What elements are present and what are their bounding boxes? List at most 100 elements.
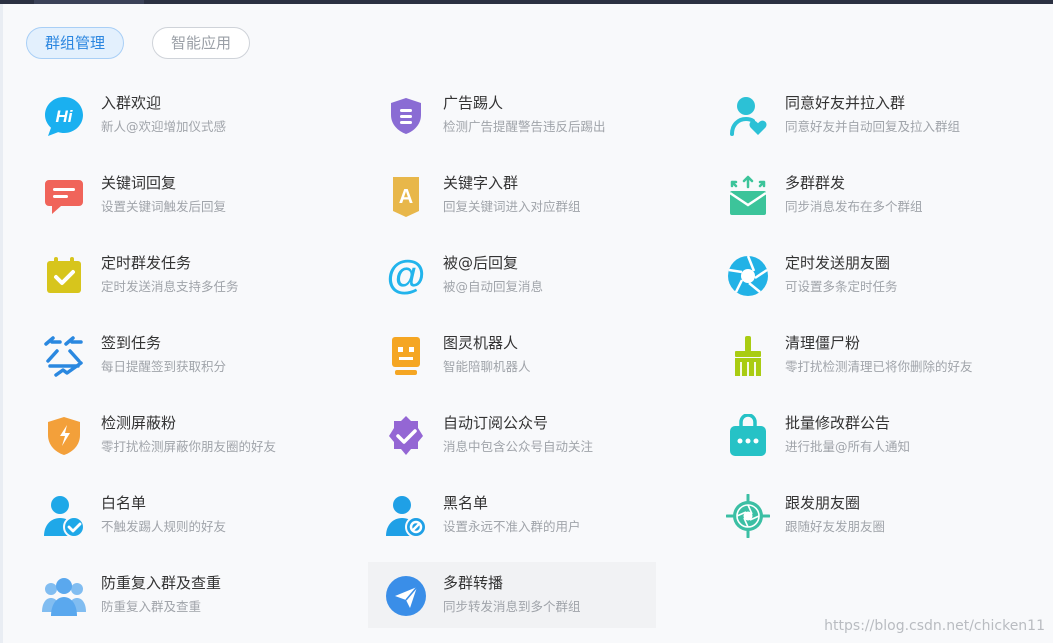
feature-title: 关键字入群 bbox=[443, 174, 519, 192]
feature-text: 白名单不触发踢人规则的好友 bbox=[101, 494, 314, 548]
feature-item[interactable]: Hi 入群欢迎新人@欢迎增加仪式感 bbox=[26, 82, 314, 148]
mail-broadcast-icon bbox=[726, 174, 770, 218]
feature-title: 防重复入群及查重 bbox=[101, 574, 222, 592]
feature-title: 白名单 bbox=[101, 494, 147, 512]
feature-item[interactable]: @ 被@后回复被@自动回复消息 bbox=[368, 242, 656, 308]
feature-item[interactable]: 定时发送朋友圈 可设置多条定时任务 bbox=[710, 242, 998, 308]
feature-item[interactable]: 定时群发任务定时发送消息支持多任务 bbox=[26, 242, 314, 308]
shield-icon bbox=[384, 94, 428, 138]
feature-text: 关键词回复设置关键词触发后回复 bbox=[101, 174, 314, 228]
chat-reply-icon bbox=[42, 174, 86, 218]
feature-desc: 零打扰检测屏蔽你朋友圈的好友 bbox=[101, 439, 277, 454]
user-block-icon bbox=[384, 494, 428, 538]
feature-item[interactable]: 清理僵尸粉零打扰检测清理已将你删除的好友 bbox=[710, 322, 998, 388]
feature-text: 多群群发 同步消息发布在多个群组 bbox=[785, 174, 998, 228]
feature-text: 广告踢人检测广告提醒警告违反后踢出 bbox=[443, 94, 656, 148]
feature-item[interactable]: 同意好友并拉入群同意好友并自动回复及拉入群组 bbox=[710, 82, 998, 148]
feature-text: 签到任务每日提醒签到获取积分 bbox=[101, 334, 314, 388]
feature-desc: 定时发送消息支持多任务 bbox=[101, 279, 239, 294]
tab-group-management[interactable]: 群组管理 bbox=[26, 27, 125, 59]
svg-text:A: A bbox=[399, 186, 413, 208]
feature-desc: 同意好友并自动回复及拉入群组 bbox=[785, 119, 961, 134]
at-sign-icon: @ bbox=[384, 254, 428, 298]
feature-title: 图灵机器人 bbox=[443, 334, 519, 352]
feature-item[interactable]: 图灵机器人智能陪聊机器人 bbox=[368, 322, 656, 388]
feature-text: 自动订阅公众号消息中包含公众号自动关注 bbox=[443, 414, 656, 468]
feature-text: 定时发送朋友圈 可设置多条定时任务 bbox=[785, 254, 998, 308]
feature-item[interactable]: 白名单不触发踢人规则的好友 bbox=[26, 482, 314, 548]
feature-desc: 检测广告提醒警告违反后踢出 bbox=[443, 119, 606, 134]
feature-text: 防重复入群及查重 防重复入群及查重 bbox=[101, 574, 314, 628]
svg-text:@: @ bbox=[386, 254, 425, 297]
hi-bubble-icon: Hi bbox=[42, 94, 86, 138]
feature-title: 同意好友并拉入群 bbox=[785, 94, 906, 112]
feature-text: 被@后回复被@自动回复消息 bbox=[443, 254, 656, 308]
top-bar bbox=[0, 0, 1053, 4]
feature-title: 检测屏蔽粉 bbox=[101, 414, 177, 432]
tab-smart-apps[interactable]: 智能应用 bbox=[152, 27, 251, 59]
feature-item[interactable]: 多群转播同步转发消息到多个群组 bbox=[368, 562, 656, 628]
target-aperture-icon bbox=[726, 494, 770, 538]
feature-desc: 零打扰检测清理已将你删除的好友 bbox=[785, 359, 973, 374]
feature-text: 入群欢迎新人@欢迎增加仪式感 bbox=[101, 94, 314, 148]
feature-desc: 进行批量@所有人通知 bbox=[785, 439, 911, 454]
bolt-shield-icon bbox=[42, 414, 86, 458]
feature-title: 定时发送朋友圈 bbox=[785, 254, 891, 272]
feature-item[interactable]: 防重复入群及查重 防重复入群及查重 bbox=[26, 562, 314, 628]
feature-desc: 设置永远不准入群的用户 bbox=[443, 519, 581, 534]
letter-a-badge-icon: A bbox=[384, 174, 428, 218]
user-group-icon bbox=[42, 574, 86, 618]
feature-item[interactable]: 跟发朋友圈跟随好友发朋友圈 bbox=[710, 482, 998, 548]
feature-desc: 设置关键词触发后回复 bbox=[101, 199, 227, 214]
feature-title: 跟发朋友圈 bbox=[785, 494, 861, 512]
feature-title: 自动订阅公众号 bbox=[443, 414, 549, 432]
feature-title: 签到任务 bbox=[101, 334, 162, 352]
feature-item[interactable]: 批量修改群公告进行批量@所有人通知 bbox=[710, 402, 998, 468]
feature-desc: 同步转发消息到多个群组 bbox=[443, 599, 581, 614]
feature-title: 入群欢迎 bbox=[101, 94, 162, 112]
feature-item[interactable]: 关键词回复设置关键词触发后回复 bbox=[26, 162, 314, 228]
feature-text: 检测屏蔽粉零打扰检测屏蔽你朋友圈的好友 bbox=[101, 414, 314, 468]
feature-text: 多群转播同步转发消息到多个群组 bbox=[443, 574, 656, 628]
feature-item[interactable]: 自动订阅公众号消息中包含公众号自动关注 bbox=[368, 402, 656, 468]
user-check-icon bbox=[42, 494, 86, 538]
feature-title: 关键词回复 bbox=[101, 174, 177, 192]
feature-text: 黑名单设置永远不准入群的用户 bbox=[443, 494, 656, 548]
robot-icon bbox=[384, 334, 428, 378]
calendar-check-icon bbox=[42, 254, 86, 298]
feature-title: 批量修改群公告 bbox=[785, 414, 891, 432]
feature-desc: 每日提醒签到获取积分 bbox=[101, 359, 227, 374]
aperture-icon bbox=[726, 254, 770, 298]
user-heart-icon bbox=[726, 94, 770, 138]
feature-desc: 不触发踢人规则的好友 bbox=[101, 519, 227, 534]
feature-title: 定时群发任务 bbox=[101, 254, 192, 272]
feature-desc: 跟随好友发朋友圈 bbox=[785, 519, 886, 534]
notice-bag-icon bbox=[726, 414, 770, 458]
feature-desc: 消息中包含公众号自动关注 bbox=[443, 439, 594, 454]
sign-in-icon bbox=[42, 334, 86, 378]
feature-desc: 新人@欢迎增加仪式感 bbox=[101, 119, 227, 134]
feature-item[interactable]: A 关键字入群 回复关键词进入对应群组 bbox=[368, 162, 656, 228]
feature-title: 广告踢人 bbox=[443, 94, 504, 112]
feature-text: 同意好友并拉入群同意好友并自动回复及拉入群组 bbox=[785, 94, 998, 148]
feature-desc: 可设置多条定时任务 bbox=[785, 279, 898, 294]
svg-text:Hi: Hi bbox=[56, 107, 74, 126]
verified-badge-icon bbox=[384, 414, 428, 458]
feature-item[interactable]: 广告踢人检测广告提醒警告违反后踢出 bbox=[368, 82, 656, 148]
feature-title: 多群转播 bbox=[443, 574, 504, 592]
feature-text: 批量修改群公告进行批量@所有人通知 bbox=[785, 414, 998, 468]
feature-desc: 同步消息发布在多个群组 bbox=[785, 199, 923, 214]
feature-text: 定时群发任务定时发送消息支持多任务 bbox=[101, 254, 314, 308]
feature-title: 清理僵尸粉 bbox=[785, 334, 861, 352]
feature-text: 跟发朋友圈跟随好友发朋友圈 bbox=[785, 494, 998, 548]
feature-title: 黑名单 bbox=[443, 494, 489, 512]
feature-item[interactable]: 签到任务每日提醒签到获取积分 bbox=[26, 322, 314, 388]
feature-desc: 被@自动回复消息 bbox=[443, 279, 544, 294]
feature-desc: 智能陪聊机器人 bbox=[443, 359, 531, 374]
feature-text: 清理僵尸粉零打扰检测清理已将你删除的好友 bbox=[785, 334, 998, 388]
feature-title: 被@后回复 bbox=[443, 254, 519, 272]
feature-text: 图灵机器人智能陪聊机器人 bbox=[443, 334, 656, 388]
feature-item[interactable]: 多群群发 同步消息发布在多个群组 bbox=[710, 162, 998, 228]
feature-item[interactable]: 黑名单设置永远不准入群的用户 bbox=[368, 482, 656, 548]
feature-item[interactable]: 检测屏蔽粉零打扰检测屏蔽你朋友圈的好友 bbox=[26, 402, 314, 468]
